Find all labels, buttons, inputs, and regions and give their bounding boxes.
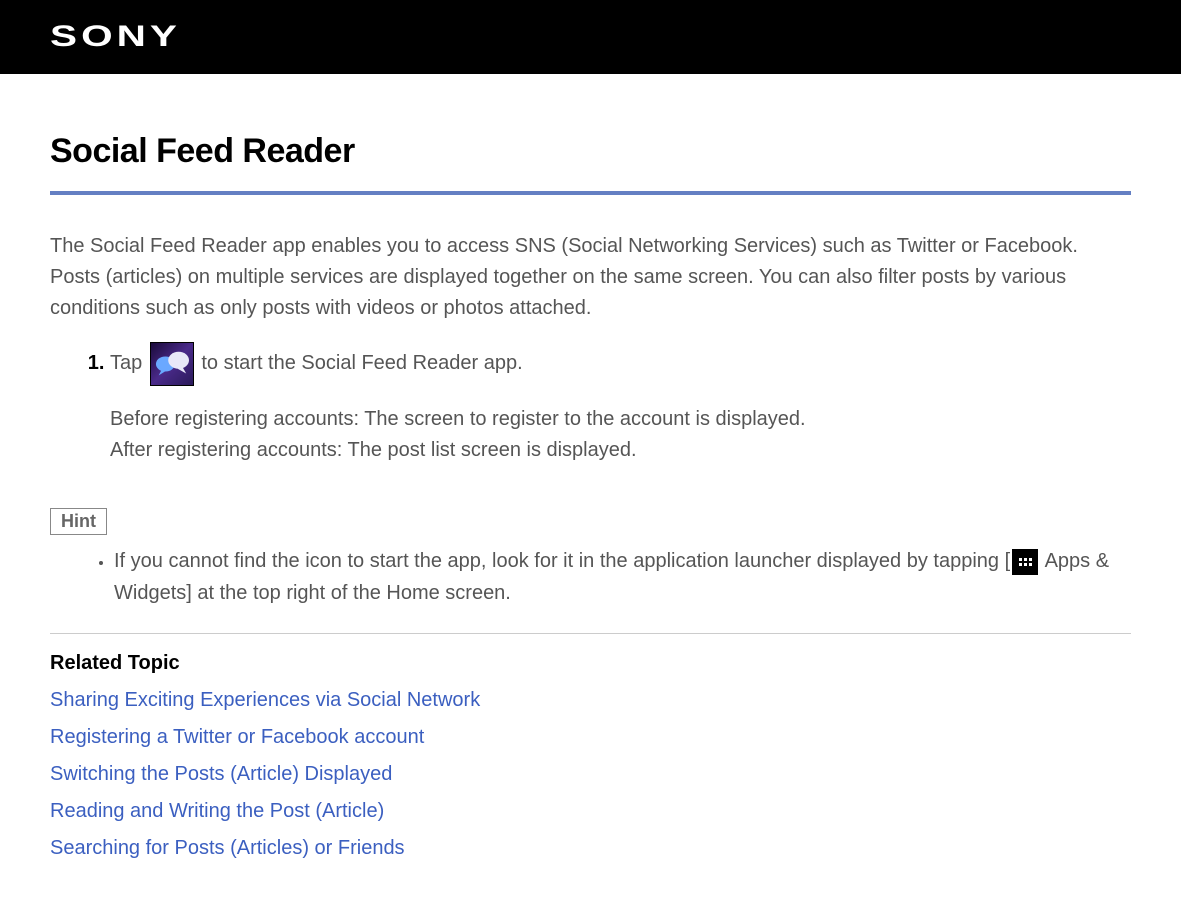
social-feed-reader-app-icon [150, 342, 194, 386]
brand-logo: SONY [50, 20, 181, 54]
intro-paragraph: The Social Feed Reader app enables you t… [50, 231, 1131, 324]
steps-list: Tap to start the Social Feed Reader app.… [50, 342, 1131, 466]
main-content: Social Feed Reader The Social Feed Reade… [0, 74, 1181, 900]
related-link[interactable]: Reading and Writing the Post (Article) [50, 800, 1131, 823]
page-title: Social Feed Reader [50, 132, 1131, 171]
hint-label: Hint [50, 508, 107, 535]
hint-list: If you cannot find the icon to start the… [50, 545, 1131, 609]
header-bar: SONY [0, 0, 1181, 74]
section-divider [50, 633, 1131, 634]
hint-item: If you cannot find the icon to start the… [114, 545, 1131, 609]
related-heading: Related Topic [50, 652, 1131, 675]
step-after-text: After registering accounts: The post lis… [110, 435, 1131, 466]
related-link[interactable]: Switching the Posts (Article) Displayed [50, 763, 1131, 786]
step-before-text: Before registering accounts: The screen … [110, 404, 1131, 435]
apps-launcher-icon [1012, 549, 1038, 575]
step-tap-prefix: Tap [110, 352, 148, 374]
related-link[interactable]: Registering a Twitter or Facebook accoun… [50, 726, 1131, 749]
hint-text-prefix: If you cannot find the icon to start the… [114, 550, 1010, 572]
related-links: Sharing Exciting Experiences via Social … [50, 689, 1131, 860]
related-link[interactable]: Searching for Posts (Articles) or Friend… [50, 837, 1131, 860]
title-rule [50, 191, 1131, 195]
related-link[interactable]: Sharing Exciting Experiences via Social … [50, 689, 1131, 712]
step-item: Tap to start the Social Feed Reader app.… [110, 342, 1131, 466]
step-tap-suffix: to start the Social Feed Reader app. [196, 352, 523, 374]
